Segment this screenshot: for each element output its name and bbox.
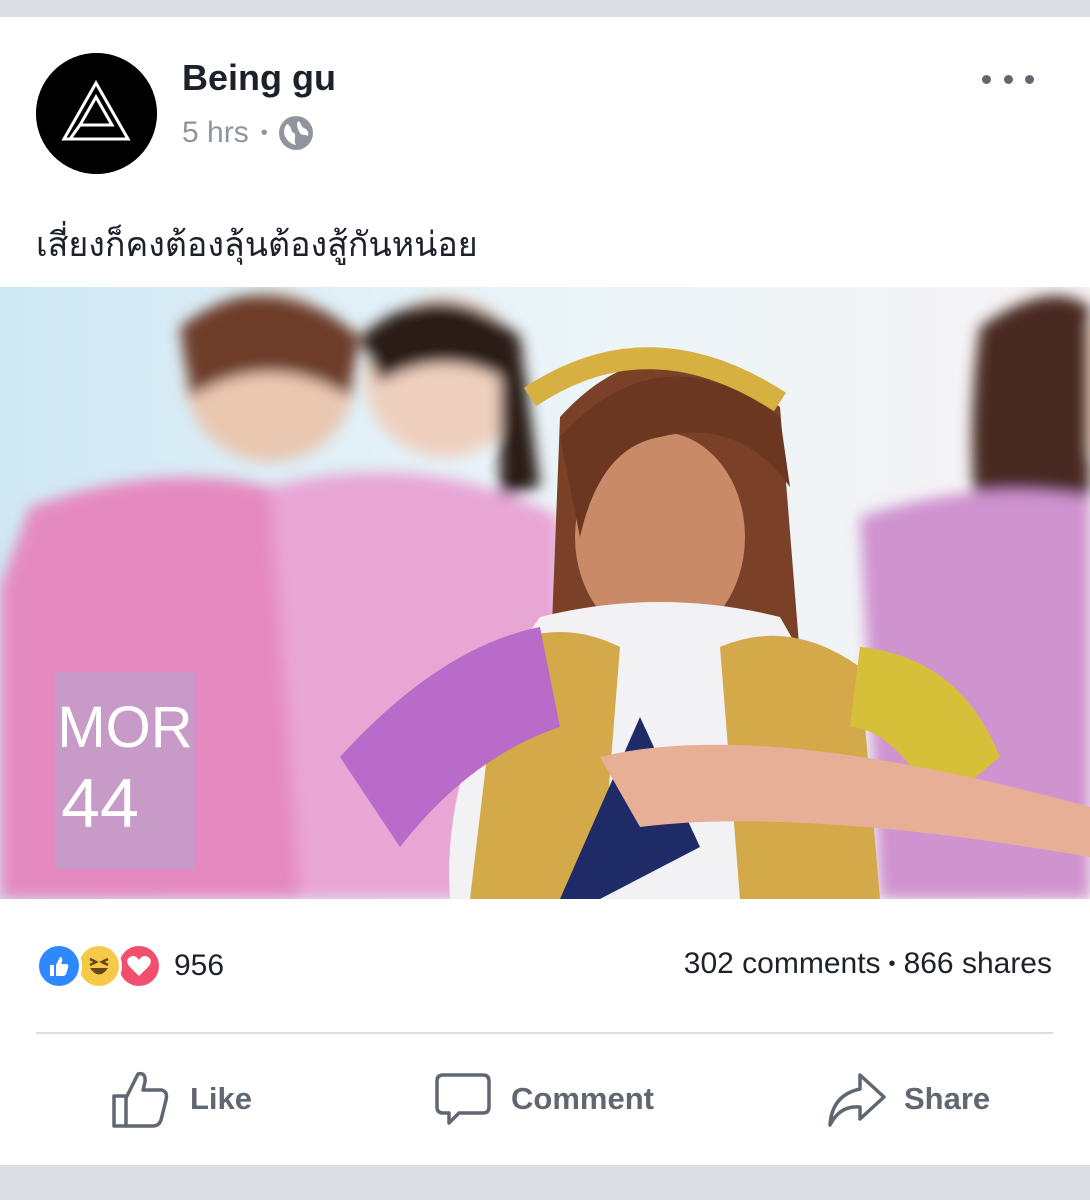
like-label: Like <box>190 1081 253 1116</box>
speech-bubble-icon <box>435 1073 491 1125</box>
haha-icon <box>76 943 122 989</box>
shares-count[interactable]: 866 shares <box>904 947 1052 981</box>
photo-logo-line2: 44 <box>61 764 139 842</box>
engagement-counts: 302 comments • 866 shares <box>684 947 1052 981</box>
page-avatar[interactable] <box>36 53 157 174</box>
more-dot <box>1003 74 1013 84</box>
share-label: Share <box>904 1081 991 1116</box>
triangle-logo-icon <box>36 53 157 174</box>
share-arrow-icon <box>828 1073 886 1127</box>
photo-illustration: MOR 44 <box>0 287 1090 899</box>
counts-separator: • <box>888 952 896 975</box>
like-icon <box>36 943 82 989</box>
globe-icon <box>278 116 313 150</box>
post-text: เสี่ยงก็คงต้องลุ้นต้องสู้กันหน่อย <box>36 225 478 265</box>
post-meta: 5 hrs • <box>182 113 314 153</box>
author-name[interactable]: Being gu <box>182 57 336 99</box>
comments-count[interactable]: 302 comments <box>684 947 881 981</box>
share-button[interactable]: Share <box>826 1067 990 1131</box>
photo-logo-line1: MOR <box>57 695 192 760</box>
reactions-summary[interactable]: 956 <box>36 941 224 991</box>
like-button[interactable]: Like <box>110 1067 252 1131</box>
comment-button[interactable]: Comment <box>433 1067 654 1131</box>
reaction-count: 956 <box>174 949 225 982</box>
more-options-button[interactable] <box>982 67 1034 91</box>
post-time[interactable]: 5 hrs <box>182 116 249 150</box>
thumbs-up-icon <box>112 1071 169 1128</box>
love-icon <box>116 943 162 989</box>
meta-separator: • <box>260 121 268 144</box>
more-dot <box>1025 74 1034 84</box>
post-photo[interactable]: MOR 44 <box>0 287 1090 899</box>
comment-label: Comment <box>511 1081 654 1116</box>
post-card: Being gu 5 hrs • เสี่ยงก็คงต้องลุ้นต้องส… <box>0 17 1090 1165</box>
divider <box>36 1032 1053 1034</box>
more-dot <box>982 74 991 84</box>
